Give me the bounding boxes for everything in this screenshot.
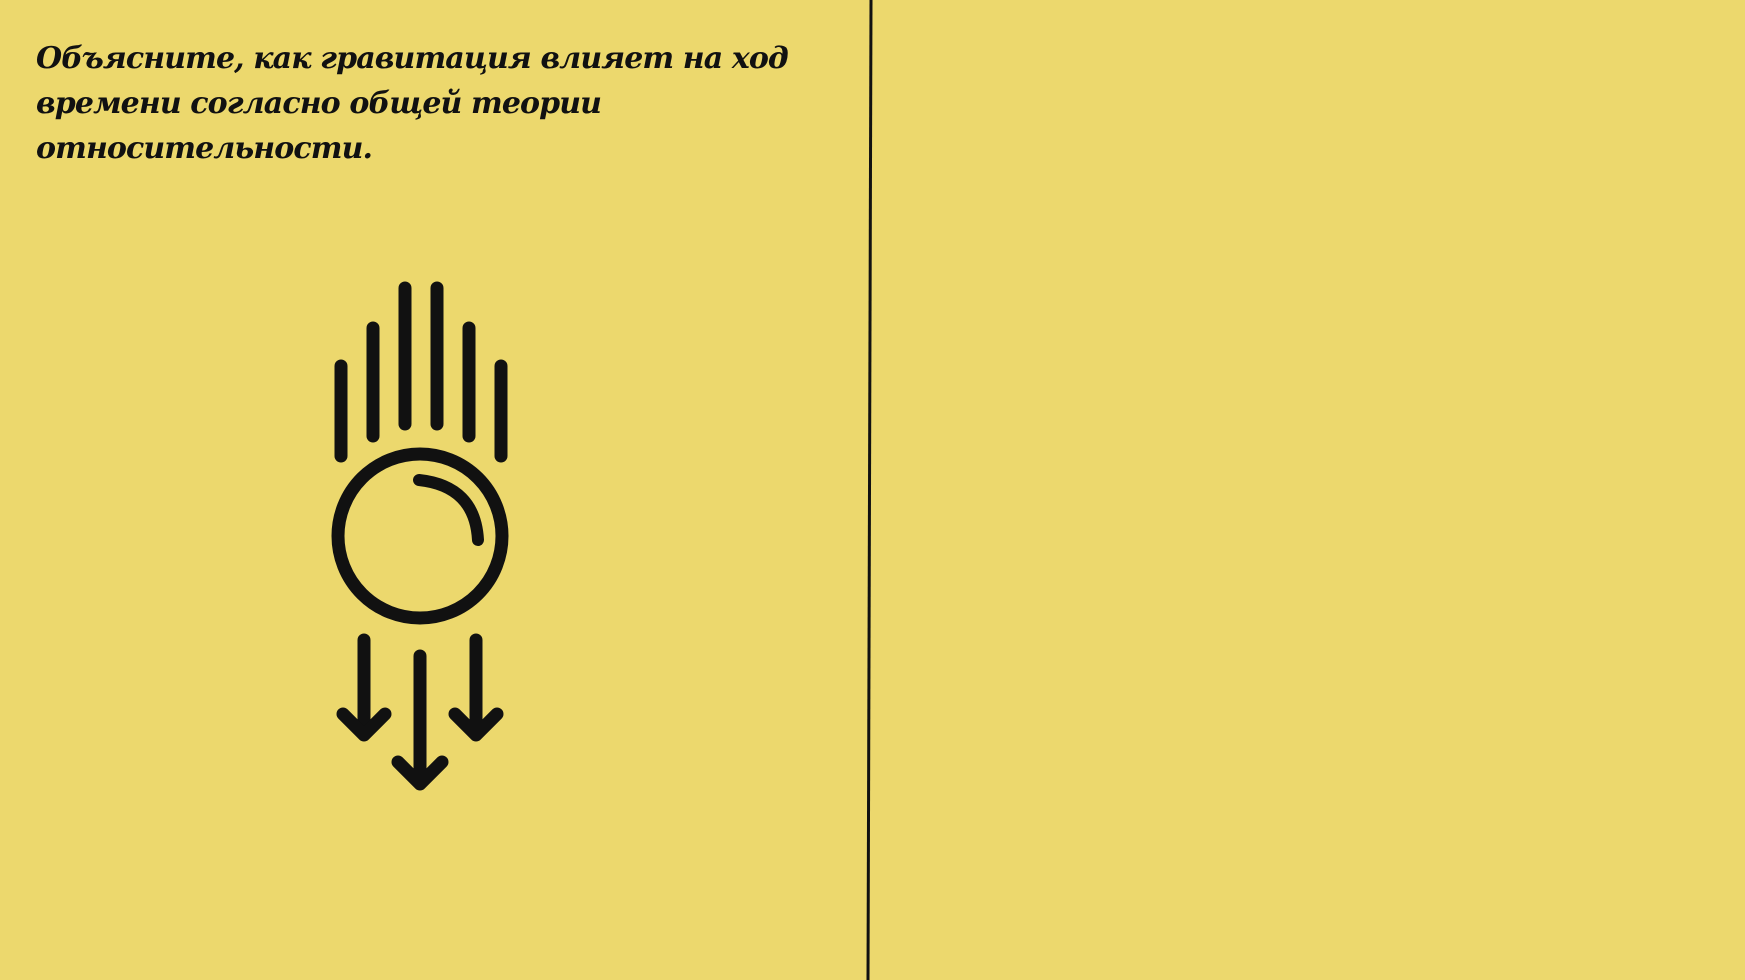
question-panel: Объясните, как гравитация влияет на ход …: [0, 0, 870, 980]
question-text: Объясните, как гравитация влияет на ход …: [36, 41, 789, 166]
answer-panel[interactable]: [871, 0, 1745, 980]
worksheet-board: Объясните, как гравитация влияет на ход …: [0, 0, 1745, 980]
falling-ball-icon: [331, 281, 509, 791]
